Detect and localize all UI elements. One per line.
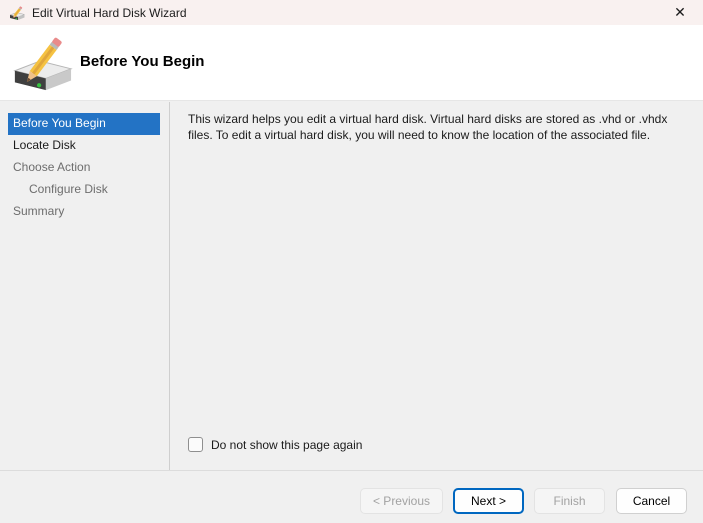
close-button[interactable]: ✕: [657, 0, 703, 25]
do-not-show-again-checkbox[interactable]: [188, 437, 203, 452]
titlebar[interactable]: Edit Virtual Hard Disk Wizard ✕: [0, 0, 703, 25]
wizard-header: Before You Begin: [0, 25, 703, 101]
sidebar-item-before-you-begin[interactable]: Before You Begin: [8, 113, 160, 135]
intro-text: This wizard helps you edit a virtual har…: [188, 111, 693, 143]
finish-button: Finish: [534, 488, 605, 514]
sidebar-item-locate-disk[interactable]: Locate Disk: [0, 135, 160, 157]
do-not-show-again-row: Do not show this page again: [188, 437, 362, 452]
wizard-button-bar: < Previous Next > Finish Cancel: [0, 470, 703, 523]
sidebar-item-summary: Summary: [0, 201, 160, 223]
window-title: Edit Virtual Hard Disk Wizard: [32, 6, 187, 20]
wizard-body: Before You Begin Locate Disk Choose Acti…: [0, 102, 703, 470]
next-button[interactable]: Next >: [453, 488, 524, 514]
page-title: Before You Begin: [80, 53, 204, 70]
edit-virtual-hard-disk-wizard-window: Edit Virtual Hard Disk Wizard ✕ Before Y…: [0, 0, 703, 523]
sidebar-item-choose-action: Choose Action: [0, 157, 160, 179]
hard-disk-pencil-icon: [11, 32, 73, 94]
cancel-button[interactable]: Cancel: [616, 488, 687, 514]
wizard-steps-sidebar: Before You Begin Locate Disk Choose Acti…: [0, 102, 170, 470]
sidebar-item-configure-disk: Configure Disk: [0, 179, 160, 201]
wizard-disk-pencil-icon: [9, 5, 25, 21]
previous-button: < Previous: [360, 488, 443, 514]
wizard-content: This wizard helps you edit a virtual har…: [188, 102, 693, 470]
close-icon: ✕: [674, 4, 686, 21]
do-not-show-again-label: Do not show this page again: [211, 438, 362, 452]
